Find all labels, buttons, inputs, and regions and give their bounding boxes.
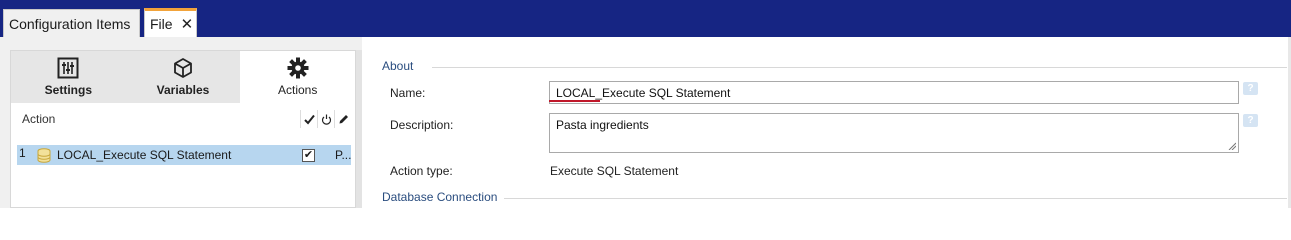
row-suffix: P... xyxy=(335,148,352,162)
tab-configuration-items[interactable]: Configuration Items xyxy=(3,9,140,37)
database-icon xyxy=(33,147,55,163)
table-row[interactable]: 1 LOCAL_Execute SQL Statement ✔ P... xyxy=(17,145,351,165)
section-divider xyxy=(432,67,1287,68)
actions-panel: Settings Variables Actions Action 1 LOCA… xyxy=(10,50,356,208)
section-title-about: About xyxy=(382,59,414,73)
tab-label: Configuration Items xyxy=(9,15,131,32)
tab-settings[interactable]: Settings xyxy=(11,51,126,103)
section-divider xyxy=(504,198,1287,199)
sliders-icon xyxy=(57,57,79,79)
resize-grip-icon[interactable] xyxy=(1227,141,1236,150)
left-panel: Settings Variables Actions Action 1 LOCA… xyxy=(0,37,362,208)
help-icon[interactable]: ? xyxy=(1243,114,1258,127)
description-text: Pasta ingredients xyxy=(556,118,649,132)
pencil-icon xyxy=(334,110,351,128)
actions-grid-header: Action xyxy=(17,109,351,129)
row-index: 1 xyxy=(19,146,26,160)
tab-file[interactable]: File ✕ xyxy=(144,8,197,37)
description-field[interactable]: Pasta ingredients xyxy=(549,113,1239,153)
spellcheck-underline xyxy=(549,100,600,102)
checkmark-icon xyxy=(300,110,317,128)
action-type-label: Action type: xyxy=(390,164,453,178)
section-title-database-connection: Database Connection xyxy=(382,190,498,204)
gear-icon xyxy=(287,57,309,79)
tab-label: Settings xyxy=(44,83,92,97)
enabled-checkbox[interactable]: ✔ xyxy=(300,148,317,162)
checkmark-icon: ✔ xyxy=(302,148,315,162)
tab-label: Variables xyxy=(156,83,210,97)
cube-icon xyxy=(174,58,192,78)
tab-label: File xyxy=(150,16,173,32)
panel-tab-strip: Settings Variables Actions xyxy=(11,51,356,103)
column-header-action: Action xyxy=(22,112,56,126)
action-type-value: Execute SQL Statement xyxy=(550,164,679,178)
name-label: Name: xyxy=(390,86,426,100)
tab-label: Actions xyxy=(278,83,318,97)
document-tab-bar: Configuration Items File ✕ xyxy=(0,0,1291,37)
tab-actions[interactable]: Actions xyxy=(240,51,356,103)
close-icon[interactable]: ✕ xyxy=(181,17,194,32)
description-label: Description: xyxy=(390,118,454,132)
name-field[interactable] xyxy=(549,81,1239,104)
properties-panel: About Name: ? Description: Pasta ingredi… xyxy=(362,37,1291,208)
tab-variables[interactable]: Variables xyxy=(126,51,241,103)
row-action-name: LOCAL_Execute SQL Statement xyxy=(57,148,232,162)
power-icon xyxy=(317,110,334,128)
help-icon[interactable]: ? xyxy=(1243,82,1258,95)
